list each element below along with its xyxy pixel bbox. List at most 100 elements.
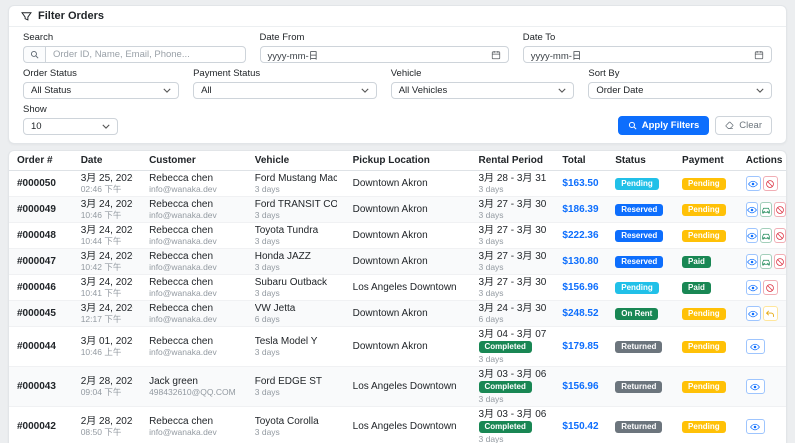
date-from-input[interactable]: yyyy-mm-日: [259, 46, 509, 63]
payment-status-select[interactable]: All: [193, 82, 377, 99]
order-time: 10:41 下午: [80, 288, 122, 298]
eye-icon: [750, 342, 761, 352]
payment-cell: Pending: [674, 196, 738, 223]
vehicle-cell: Honda JAZZ 3 days: [246, 248, 345, 275]
vehicle-name: Ford TRANSIT CONNECT: [254, 199, 337, 210]
action-buttons: [745, 254, 786, 269]
total-cell: $248.52: [554, 300, 608, 327]
pickup-cell: Downtown Akron: [344, 222, 471, 249]
car-icon: [761, 257, 771, 267]
customer-name: Rebecca chen: [149, 416, 214, 427]
rental-period: 3月 03 - 3月 06: [478, 409, 547, 420]
pickup-cell: Los Angeles Downtown: [344, 406, 471, 443]
return-button[interactable]: [762, 306, 778, 321]
order-total: $156.96: [562, 381, 599, 392]
pickup-cell: Los Angeles Downtown: [344, 274, 471, 301]
total-cell: $186.39: [554, 196, 608, 223]
cancel-button[interactable]: [773, 228, 786, 243]
clear-button[interactable]: Clear: [715, 116, 772, 135]
view-button[interactable]: [745, 306, 761, 321]
view-button[interactable]: [745, 254, 758, 269]
sort-by-select[interactable]: Order Date: [588, 82, 772, 99]
date-cell: 3月 24, 2026 10:46 下午: [72, 196, 142, 223]
status-cell: Reserved: [607, 196, 675, 223]
eye-icon: [746, 257, 757, 267]
view-button[interactable]: [745, 202, 758, 217]
customer-contact: info@wanaka.dev: [149, 427, 217, 437]
view-button[interactable]: [745, 419, 765, 434]
cancel-button[interactable]: [762, 280, 778, 295]
rental-days: 3 days: [478, 236, 504, 246]
order-status-select[interactable]: All Status: [23, 82, 180, 99]
status-cell: On Rent: [607, 300, 675, 327]
customer-contact: info@wanaka.dev: [149, 210, 217, 220]
ban-icon: [765, 283, 775, 293]
vehicle-duration: 3 days: [254, 184, 280, 194]
rental-period-cell: 3月 24 - 3月 30 6 days: [470, 300, 555, 327]
table-row: #000044 3月 01, 2026 10:46 上午 Rebecca chen in…: [9, 326, 786, 367]
customer-name: Rebecca chen: [149, 251, 214, 262]
eye-icon: [748, 309, 759, 319]
view-button[interactable]: [745, 228, 758, 243]
rental-days: 6 days: [478, 314, 504, 324]
vehicle-duration: 3 days: [254, 427, 280, 437]
search-input[interactable]: [45, 46, 246, 63]
rental-days: 3 days: [478, 434, 504, 443]
vehicle-name: Honda JAZZ: [254, 251, 311, 262]
pickup-location: Downtown Akron: [352, 230, 428, 241]
column-header: Pickup Location: [344, 151, 471, 171]
table-row: #000045 3月 24, 2026 12:17 下午 Rebecca chen in…: [9, 300, 786, 327]
payment-status-value: All: [201, 85, 212, 96]
pickup-button[interactable]: [759, 228, 772, 243]
date-to-input[interactable]: yyyy-mm-日: [522, 46, 772, 63]
pickup-location: Los Angeles Downtown: [352, 282, 457, 293]
total-cell: $179.85: [554, 326, 608, 367]
cancel-button[interactable]: [773, 254, 786, 269]
date-cell: 3月 01, 2026 10:46 上午: [72, 326, 142, 367]
apply-filters-button[interactable]: Apply Filters: [617, 116, 710, 135]
pickup-button[interactable]: [759, 254, 772, 269]
vehicle-duration: 3 days: [254, 236, 280, 246]
cancel-button[interactable]: [762, 176, 778, 191]
cancel-button[interactable]: [773, 202, 786, 217]
payment-badge: Paid: [682, 255, 711, 268]
chevron-down-icon: [361, 88, 369, 93]
view-button[interactable]: [745, 280, 761, 295]
order-date: 2月 28, 2026: [80, 376, 134, 387]
date-cell: 3月 24, 2026 10:41 下午: [72, 274, 142, 301]
rental-days: 3 days: [478, 354, 504, 364]
car-icon: [761, 205, 771, 215]
total-cell: $156.96: [554, 366, 608, 407]
pickup-button[interactable]: [759, 202, 772, 217]
apply-filters-label: Apply Filters: [641, 120, 700, 131]
view-button[interactable]: [745, 339, 765, 354]
vehicle-name: Toyota Corolla: [254, 416, 319, 427]
show-select[interactable]: 10: [23, 118, 118, 135]
status-cell: Reserved: [607, 248, 675, 275]
filter-form: Search Date From yyyy-mm-日: [9, 27, 786, 143]
vehicle-cell: Tesla Model Y3 days: [246, 326, 345, 367]
order-id-cell: #000043: [9, 366, 73, 407]
view-button[interactable]: [745, 379, 765, 394]
order-status-value: All Status: [31, 85, 72, 96]
order-id-cell: #000050: [9, 170, 73, 197]
vehicle-select[interactable]: All Vehicles: [390, 82, 575, 99]
eye-icon: [750, 382, 761, 392]
vehicle-name: Subaru Outback: [254, 277, 328, 288]
order-id-cell: #000048: [9, 222, 73, 249]
view-button[interactable]: [745, 176, 761, 191]
chevron-down-icon: [756, 88, 764, 93]
total-cell: $150.42: [554, 406, 608, 443]
ban-icon: [765, 179, 775, 189]
action-buttons: [745, 419, 778, 434]
payment-badge: Pending: [682, 177, 726, 190]
orders-table: Order # Date Customer Vehicle Pickup Locatio…: [9, 151, 786, 443]
rental-period: 3月 27 - 3月 30: [478, 199, 547, 210]
order-date: 2月 28, 2026: [80, 416, 134, 427]
payment-badge: Pending: [682, 203, 726, 216]
order-date: 3月 24, 2026: [80, 303, 134, 314]
customer-name: Rebecca chen: [149, 303, 214, 314]
payment-badge: Pending: [682, 340, 726, 353]
order-id: #000042: [17, 421, 56, 432]
customer-cell: Rebecca chen info@wanaka.dev: [141, 170, 247, 197]
